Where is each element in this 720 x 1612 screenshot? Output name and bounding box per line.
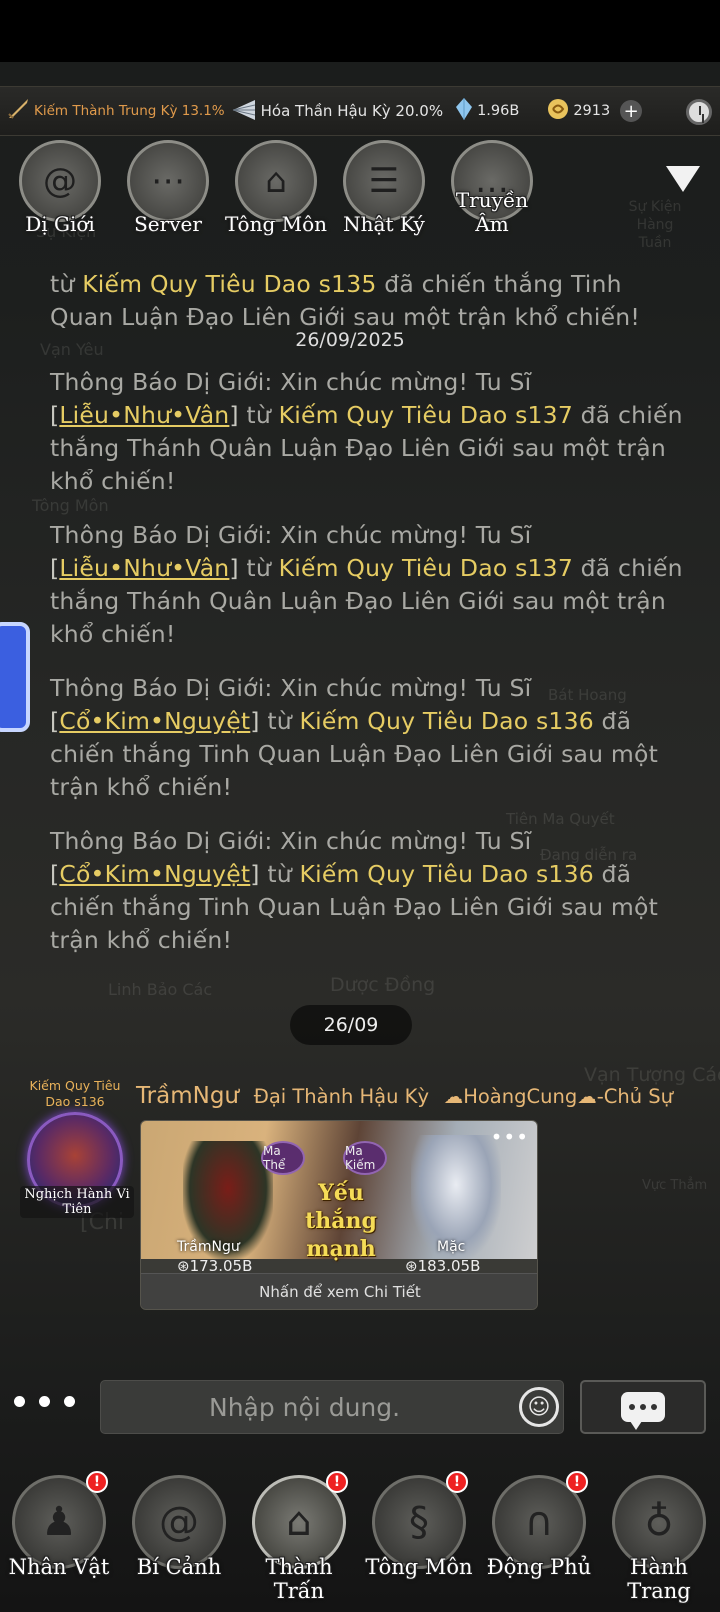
nav-label: Thành Trấn bbox=[265, 1555, 333, 1603]
nav-hanh-trang[interactable]: ♁ Hành Trang bbox=[610, 1475, 708, 1603]
server-name: Kiếm Quy Tiêu Dao s135 bbox=[82, 270, 377, 298]
fighter-right-name: Mặc bbox=[437, 1239, 466, 1255]
system-message: Thông Báo Dị Giới: Xin chúc mừng! Tu Sĩ … bbox=[50, 521, 683, 648]
system-message: Thông Báo Dị Giới: Xin chúc mừng! Tu Sĩ … bbox=[50, 674, 658, 801]
cultivation-stat: Kiếm Thành Trung Kỳ 13.1% bbox=[6, 97, 225, 125]
clock-icon[interactable] bbox=[686, 99, 712, 125]
avatar-server: Kiếm Quy Tiêu Dao s136 bbox=[29, 1078, 121, 1109]
crystal-icon bbox=[455, 97, 473, 125]
player-title: Nghịch Hành Vi Tiên bbox=[20, 1186, 134, 1218]
fan-icon bbox=[231, 98, 257, 124]
crystal-amount: 1.96B bbox=[477, 103, 520, 119]
tab-di-gioi[interactable]: @ Dị Giới bbox=[14, 140, 106, 236]
view-details-button[interactable]: Nhấn để xem Chi Tiết bbox=[141, 1273, 537, 1309]
side-event-icon[interactable] bbox=[0, 622, 30, 732]
nav-bi-canh[interactable]: @ Bí Cảnh bbox=[130, 1475, 228, 1595]
tab-truyen-am[interactable]: … Truyền Âm bbox=[446, 140, 538, 236]
realm-text: Hóa Thần Hậu Kỳ 20.0% bbox=[260, 102, 444, 120]
system-message: từ Kiếm Quy Tiêu Dao s135 đã chiến thắng… bbox=[50, 268, 690, 334]
cultivation-text: Kiếm Thành Trung Kỳ 13.1% bbox=[34, 103, 225, 119]
tab-label: Truyền Âm bbox=[455, 188, 529, 236]
message-text: Thông Báo Dị Giới: Xin chúc mừng! Tu Sĩ bbox=[50, 368, 532, 396]
bg-label-vuc-tham: Vực Thẳm bbox=[642, 1178, 708, 1193]
nav-nhan-vat[interactable]: ♟ ! Nhân Vật bbox=[9, 1471, 109, 1595]
nav-label: Nhân Vật bbox=[8, 1555, 110, 1579]
server-name: Kiếm Quy Tiêu Dao s137 bbox=[278, 554, 573, 582]
nav-label: Tông Môn bbox=[365, 1555, 473, 1579]
system-message: Thông Báo Dị Giới: Xin chúc mừng! Tu Sĩ … bbox=[50, 827, 658, 954]
message-text: từ bbox=[238, 554, 279, 582]
message-text: từ bbox=[238, 401, 279, 429]
badge-right: Ma Kiếm bbox=[343, 1141, 387, 1175]
notification-badge: ! bbox=[446, 1471, 468, 1493]
currency-amount: 2913 bbox=[573, 103, 611, 119]
journal-icon: ☰ bbox=[343, 140, 425, 222]
bottom-nav: ♟ ! Nhân Vật @ Bí Cảnh ⌂ ! Thành Trấn § … bbox=[9, 1471, 708, 1603]
notification-badge: ! bbox=[86, 1471, 108, 1493]
tab-tong-mon[interactable]: ⌂ Tông Môn bbox=[225, 140, 327, 236]
notification-badge: ! bbox=[326, 1471, 348, 1493]
player-link[interactable]: Cổ•Kim•Nguyệt bbox=[59, 707, 250, 735]
battle-result-text: Yếu thắng mạnh bbox=[305, 1180, 377, 1262]
bg-label-linh-bao-cac: Linh Bảo Các bbox=[108, 980, 213, 999]
coin-icon bbox=[547, 98, 569, 124]
sender-name[interactable]: TrầmNgư bbox=[136, 1083, 239, 1109]
system-message: Thông Báo Dị Giới: Xin chúc mừng! Tu Sĩ … bbox=[50, 368, 683, 495]
chat-bubble-icon bbox=[621, 1392, 665, 1430]
battle-result-card[interactable]: Ma Thể Ma Kiếm Yếu thắng mạnh ••• TrầmNg… bbox=[140, 1120, 538, 1310]
message-text: Thông Báo Dị Giới: Xin chúc mừng! Tu Sĩ bbox=[50, 521, 532, 549]
player-avatar-block[interactable]: Kiếm Quy Tiêu Dao s136 Nghịch Hành Vi Ti… bbox=[16, 1078, 134, 1218]
chat-screen: Sự Kiện Hàng Tuần Sự Kiện Vạn Yêu Tông M… bbox=[0, 0, 720, 1612]
message-text: từ bbox=[259, 860, 300, 888]
tab-label: Dị Giới bbox=[25, 212, 95, 236]
chat-input[interactable] bbox=[101, 1381, 481, 1433]
nav-tong-mon[interactable]: § ! Tông Môn bbox=[365, 1471, 473, 1595]
add-currency-button[interactable]: + bbox=[620, 100, 643, 122]
realm-stat: Hóa Thần Hậu Kỳ 20.0% bbox=[231, 98, 443, 124]
swirl-icon: @ bbox=[19, 140, 101, 222]
notification-badge: ! bbox=[566, 1471, 588, 1493]
badge-left: Ma Thể bbox=[261, 1141, 305, 1175]
message-text: Thông Báo Dị Giới: Xin chúc mừng! Tu Sĩ bbox=[50, 827, 532, 855]
message-text: Thông Báo Dị Giới: Xin chúc mừng! Tu Sĩ bbox=[50, 674, 532, 702]
network-icon: ⋯ bbox=[127, 140, 209, 222]
nav-dong-phu[interactable]: ∩ ! Động Phủ bbox=[487, 1471, 591, 1595]
more-options-button[interactable] bbox=[14, 1396, 75, 1407]
fighter-left-name: TrầmNgư bbox=[177, 1239, 240, 1255]
collapse-arrow-icon[interactable] bbox=[666, 166, 700, 192]
player-link[interactable]: Cổ•Kim•Nguyệt bbox=[59, 860, 250, 888]
tab-server[interactable]: ⋯ Server bbox=[122, 140, 214, 236]
tab-label: Tông Môn bbox=[224, 212, 328, 236]
message-text: từ bbox=[259, 707, 300, 735]
server-name: Kiếm Quy Tiêu Dao s137 bbox=[278, 401, 573, 429]
tab-label: Nhật Ký bbox=[343, 212, 425, 236]
currency-stat: 2913 + bbox=[547, 98, 643, 124]
player-link[interactable]: Liễu•Như•Vân bbox=[59, 401, 229, 429]
chat-channel-tabs: @ Dị Giới ⋯ Server ⌂ Tông Môn ☰ Nhật Ký … bbox=[14, 140, 538, 236]
chat-input-box: ☺ bbox=[100, 1380, 564, 1434]
emoji-icon[interactable]: ☺ bbox=[519, 1387, 559, 1427]
message-list: từ Kiếm Quy Tiêu Dao s135 đã chiến thắng… bbox=[50, 268, 690, 978]
message-text: từ bbox=[50, 270, 83, 298]
gate-icon: ⌂ bbox=[235, 140, 317, 222]
more-icon[interactable]: ••• bbox=[491, 1125, 529, 1149]
crystal-stat: 1.96B bbox=[455, 97, 519, 125]
sender-rank: Đại Thành Hậu Kỳ bbox=[253, 1085, 430, 1108]
nav-label: Hành Trang bbox=[627, 1555, 691, 1603]
nav-thanh-tran[interactable]: ⌂ ! Thành Trấn bbox=[250, 1471, 348, 1603]
tab-label: Server bbox=[134, 212, 202, 236]
tab-nhat-ky[interactable]: ☰ Nhật Ký bbox=[338, 140, 430, 236]
send-button[interactable] bbox=[580, 1380, 706, 1434]
sender-role: ☁HoàngCung☁-Chủ Sự bbox=[443, 1085, 673, 1108]
player-link[interactable]: Liễu•Như•Vân bbox=[59, 554, 229, 582]
sword-icon bbox=[6, 97, 30, 125]
sender-header: TrầmNgư Đại Thành Hậu Kỳ ☁HoàngCung☁-Chủ… bbox=[136, 1083, 673, 1109]
resource-bar: Kiếm Thành Trung Kỳ 13.1% Hóa Thần Hậu K… bbox=[0, 86, 720, 136]
bg-label-weekly-event: Sự Kiện Hàng Tuần bbox=[628, 199, 682, 251]
nav-label: Bí Cảnh bbox=[136, 1555, 222, 1579]
server-name: Kiếm Quy Tiêu Dao s136 bbox=[299, 860, 594, 888]
date-divider: 26/09 bbox=[290, 1005, 412, 1045]
server-name: Kiếm Quy Tiêu Dao s136 bbox=[299, 707, 594, 735]
nav-label: Động Phủ bbox=[486, 1555, 592, 1579]
